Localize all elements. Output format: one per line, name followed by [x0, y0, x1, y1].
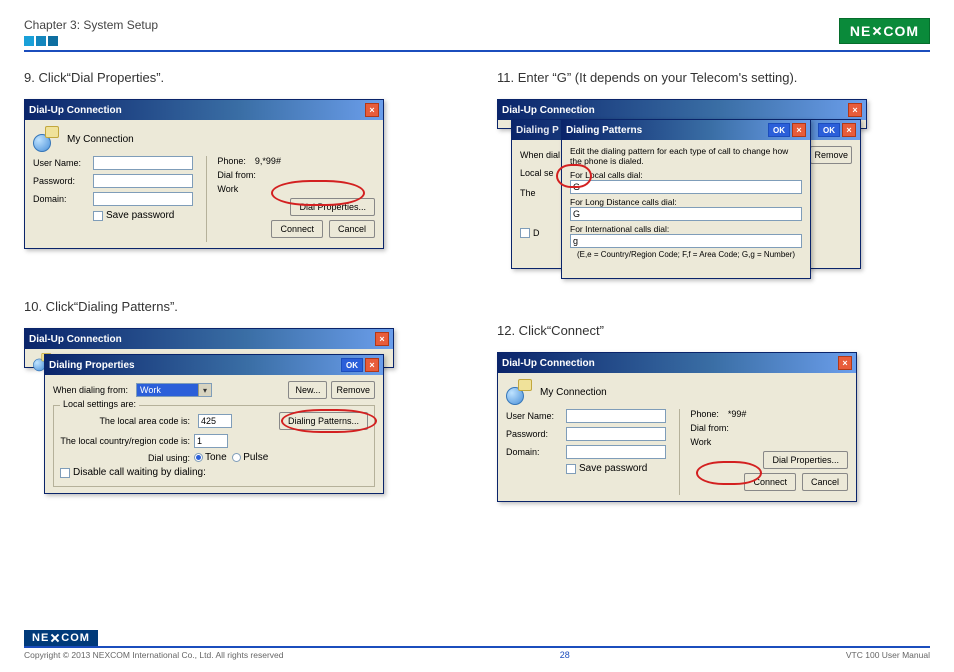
dialing-patterns-window: Dialing Patterns OK × Edit the dialing p… [561, 119, 811, 279]
close-icon[interactable]: × [365, 358, 379, 372]
username-label: User Name: [506, 411, 566, 421]
partial-local-settings: Local se [520, 168, 554, 178]
dialfrom-value: Work [690, 437, 711, 447]
close-icon[interactable]: × [838, 356, 852, 370]
decorative-squares [24, 36, 158, 46]
close-icon[interactable]: × [375, 332, 389, 346]
international-label: For International calls dial: [570, 224, 802, 234]
remove-button[interactable]: Remove [810, 146, 852, 164]
domain-label: Domain: [506, 447, 566, 457]
local-calls-label: For Local calls dial: [570, 170, 802, 180]
connection-name: My Connection [540, 387, 607, 398]
dial-properties-button[interactable]: Dial Properties... [763, 451, 848, 469]
password-input[interactable] [93, 174, 193, 188]
dialing-patterns-button[interactable]: Dialing Patterns... [279, 412, 368, 430]
save-password-label: Save password [106, 210, 174, 221]
window-title: Dial-Up Connection [502, 105, 595, 116]
save-password-checkbox[interactable] [93, 211, 103, 221]
dialfrom-label: Dial from: [690, 423, 729, 433]
disable-cw-label: Disable call waiting by dialing: [73, 467, 206, 478]
phone-value: *99# [728, 409, 747, 419]
connection-icon [33, 126, 59, 152]
manual-title: VTC 100 User Manual [846, 650, 930, 660]
area-code-label: The local area code is: [60, 416, 190, 426]
remove-button[interactable]: Remove [331, 381, 375, 399]
password-input[interactable] [566, 427, 666, 441]
step-10-text: 10. Click“Dialing Patterns”. [24, 299, 457, 314]
window-title: Dialing Patterns [566, 125, 642, 136]
window-title: Dial-Up Connection [29, 105, 122, 116]
step-9-text: 9. Click“Dial Properties”. [24, 70, 457, 85]
ok-button[interactable]: OK [341, 358, 363, 372]
password-label: Password: [33, 176, 93, 186]
window-title: Dialing Properties [49, 360, 135, 371]
area-code-input[interactable] [198, 414, 232, 428]
partial-the: The [520, 188, 536, 198]
when-dialing-label: When dialing from: [53, 385, 128, 395]
pulse-label: Pulse [243, 452, 268, 463]
domain-input[interactable] [93, 192, 193, 206]
username-input[interactable] [566, 409, 666, 423]
nexcom-logo: NECOM [839, 18, 930, 44]
page-number: 28 [560, 650, 570, 660]
dialing-patterns-desc: Edit the dialing pattern for each type o… [570, 146, 802, 166]
disable-cw-checkbox[interactable] [60, 468, 70, 478]
partial-d: D [533, 228, 540, 238]
dialing-properties-window: Dialing Properties OK × When dialing fro… [44, 354, 384, 494]
ok-button[interactable]: OK [768, 123, 790, 137]
phone-label: Phone: [690, 409, 719, 419]
domain-label: Domain: [33, 194, 93, 204]
chapter-heading: Chapter 3: System Setup [24, 18, 158, 32]
country-code-input[interactable] [194, 434, 228, 448]
close-icon[interactable]: × [842, 123, 856, 137]
location-select[interactable]: Work [136, 383, 212, 397]
pulse-radio[interactable] [232, 453, 241, 462]
logo-x-icon [50, 633, 60, 643]
phone-label: Phone: [217, 156, 246, 166]
dialup-connection-window: Dial-Up Connection × My Connection User … [24, 99, 384, 249]
long-distance-label: For Long Distance calls dial: [570, 197, 802, 207]
dialfrom-label: Dial from: [217, 170, 256, 180]
dialfrom-value: Work [217, 184, 238, 194]
tone-radio[interactable] [194, 453, 203, 462]
ok-button[interactable]: OK [818, 123, 840, 137]
username-label: User Name: [33, 158, 93, 168]
connection-name: My Connection [67, 134, 134, 145]
local-calls-input[interactable] [570, 180, 802, 194]
step-11-text: 11. Enter “G” (It depends on your Teleco… [497, 70, 930, 85]
long-distance-input[interactable] [570, 207, 802, 221]
save-password-checkbox[interactable] [566, 464, 576, 474]
new-button[interactable]: New... [288, 381, 327, 399]
copyright-text: Copyright © 2013 NEXCOM International Co… [24, 650, 284, 660]
connection-icon [506, 379, 532, 405]
close-icon[interactable]: × [365, 103, 379, 117]
local-settings-label: Local settings are: [60, 399, 139, 409]
password-label: Password: [506, 429, 566, 439]
logo-x-icon [872, 26, 882, 36]
cancel-button[interactable]: Cancel [329, 220, 375, 238]
window-title: Dial-Up Connection [502, 358, 595, 369]
footer-logo: NECOM [24, 630, 98, 646]
country-code-label: The local country/region code is: [60, 436, 190, 446]
tone-label: Tone [205, 452, 227, 463]
phone-value: 9,*99# [255, 156, 281, 166]
window-title: Dial-Up Connection [29, 334, 122, 345]
connect-button[interactable]: Connect [271, 220, 323, 238]
dialing-legend: (E,e = Country/Region Code; F,f = Area C… [570, 251, 802, 260]
step-12-text: 12. Click“Connect” [497, 323, 930, 338]
partial-when-dialing: When dial [520, 150, 560, 160]
close-icon[interactable]: × [792, 123, 806, 137]
cancel-button[interactable]: Cancel [802, 473, 848, 491]
checkbox[interactable] [520, 228, 530, 238]
international-input[interactable] [570, 234, 802, 248]
save-password-label: Save password [579, 463, 647, 474]
dialup-connection-window: Dial-Up Connection × My Connection User … [497, 352, 857, 502]
dial-properties-button[interactable]: Dial Properties... [290, 198, 375, 216]
username-input[interactable] [93, 156, 193, 170]
close-icon[interactable]: × [848, 103, 862, 117]
connect-button[interactable]: Connect [744, 473, 796, 491]
dial-using-label: Dial using: [60, 453, 190, 463]
domain-input[interactable] [566, 445, 666, 459]
